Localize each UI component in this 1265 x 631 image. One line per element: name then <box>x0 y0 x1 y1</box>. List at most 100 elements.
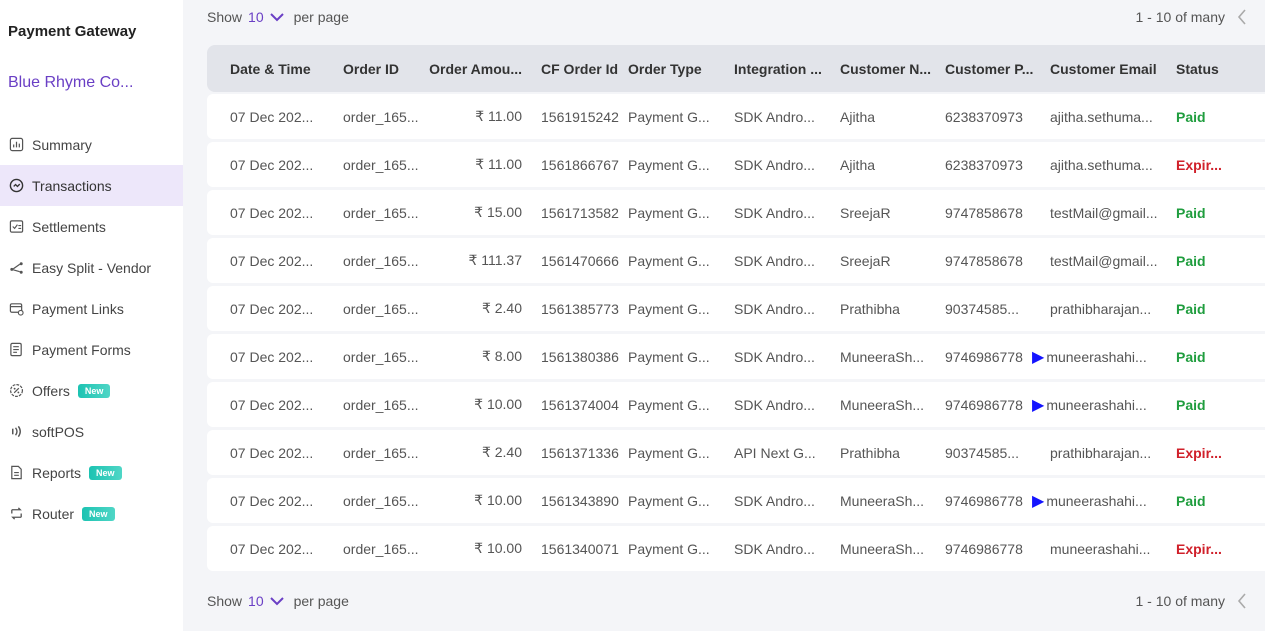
table-row[interactable]: 07 Dec 202... order_165... ₹ 15.00 15617135… <box>207 190 1265 235</box>
main-content: Show 10 per page 1 - 10 of many Date & T… <box>183 0 1265 631</box>
table-cell: 90374585... <box>945 444 1019 461</box>
table-row[interactable]: 07 Dec 202... order_165... ₹ 11.00 15618667… <box>207 142 1265 187</box>
table-cell: Prathibha <box>840 444 900 461</box>
sidebar-item-softpos[interactable]: softPOS <box>0 411 183 452</box>
table-cell: order_165... <box>343 204 419 221</box>
table-cell: 1561470666 <box>541 252 619 269</box>
table-cell: order_165... <box>343 300 419 317</box>
table-row[interactable]: 07 Dec 202... order_165... ₹ 10.00 15613740… <box>207 382 1265 427</box>
table-cell: testMail@gmail... <box>1050 252 1158 269</box>
sidebar-item-payment-forms[interactable]: Payment Forms <box>0 329 183 370</box>
table-cell: Payment G... <box>628 492 710 509</box>
table-cell: 07 Dec 202... <box>230 156 314 173</box>
table-cell: 07 Dec 202... <box>230 108 314 125</box>
table-cell: 1561343890 <box>541 492 619 509</box>
offers-icon <box>8 383 24 399</box>
table-row[interactable]: 07 Dec 202... order_165... ₹ 8.00 156138038… <box>207 334 1265 379</box>
table-row[interactable]: 07 Dec 202... order_165... ₹ 10.00 15613438… <box>207 478 1265 523</box>
column-header[interactable]: Integration ... <box>734 61 840 77</box>
sidebar-item-offers[interactable]: Offers New <box>0 370 183 411</box>
table-cell: 07 Dec 202... <box>230 444 314 461</box>
table-cell: Payment G... <box>628 540 710 557</box>
table-cell: MuneeraSh... <box>840 396 925 413</box>
page-size-select[interactable]: 10 <box>248 9 264 25</box>
column-header[interactable]: Order Type <box>628 61 734 77</box>
chevron-down-icon[interactable] <box>269 596 284 606</box>
table-cell: order_165... <box>343 492 419 509</box>
sidebar-item-label: Easy Split - Vendor <box>32 259 152 276</box>
softpos-icon <box>8 424 24 440</box>
sidebar-item-transactions[interactable]: Transactions <box>0 165 183 206</box>
table-row[interactable]: 07 Dec 202... order_165... ₹ 2.40 156137133… <box>207 430 1265 475</box>
show-label: Show <box>207 593 243 609</box>
column-header[interactable]: CF Order Id <box>522 61 628 77</box>
sidebar-item-settlements[interactable]: Settlements <box>0 206 183 247</box>
column-header[interactable]: Status <box>1176 61 1236 77</box>
page-range-text: 1 - 10 of many <box>1135 9 1226 25</box>
column-header[interactable]: Customer P... <box>945 61 1050 77</box>
per-page-label: per page <box>293 9 349 25</box>
column-header[interactable]: Order Amou... <box>425 61 522 77</box>
table-cell: Prathibha <box>840 300 900 317</box>
chevron-left-icon[interactable] <box>1237 593 1247 609</box>
table-cell: SDK Andro... <box>734 252 815 269</box>
sidebar-item-router[interactable]: Router New <box>0 493 183 534</box>
table-cell: ₹ 15.00 <box>474 204 522 220</box>
table-cell: Payment G... <box>628 348 710 365</box>
sidebar-item-label: Router <box>32 505 75 522</box>
table-header: Date & Time Order ID Order Amou... CF Order… <box>207 45 1265 92</box>
table-cell: 9747858678 <box>945 252 1023 269</box>
table-cell: SDK Andro... <box>734 108 815 125</box>
product-title: Payment Gateway <box>8 23 137 40</box>
table-cell: 07 Dec 202... <box>230 396 314 413</box>
status-badge: Paid <box>1176 348 1206 365</box>
reports-icon <box>8 465 24 481</box>
column-header[interactable]: Order ID <box>320 61 425 77</box>
table-cell: Payment G... <box>628 204 710 221</box>
table-cell: 9746986778 <box>945 540 1023 557</box>
table-cell: 07 Dec 202... <box>230 492 314 509</box>
chevron-left-icon[interactable] <box>1237 9 1247 25</box>
table-cell: ₹ 2.40 <box>481 444 522 460</box>
table-cell: SDK Andro... <box>734 492 815 509</box>
table-cell: MuneeraSh... <box>840 540 925 557</box>
new-badge: New <box>82 506 115 521</box>
sidebar-item-summary[interactable]: Summary <box>0 124 183 165</box>
new-badge: New <box>89 465 122 480</box>
table-cell: 07 Dec 202... <box>230 540 314 557</box>
table-cell: prathibharajan... <box>1050 444 1152 461</box>
table-cell: order_165... <box>343 540 419 557</box>
table-cell: Payment G... <box>628 300 710 317</box>
sidebar-item-easy-split-vendor[interactable]: Easy Split - Vendor <box>0 247 183 288</box>
table-row[interactable]: 07 Dec 202... order_165... ₹ 11.00 15619152… <box>207 94 1265 139</box>
page-range-text: 1 - 10 of many <box>1135 593 1226 609</box>
router-icon <box>8 506 24 522</box>
table-cell: ajitha.sethuma... <box>1050 108 1153 125</box>
column-header[interactable]: Customer N... <box>840 61 945 77</box>
sidebar-item-payment-links[interactable]: Payment Links <box>0 288 183 329</box>
table-row[interactable]: 07 Dec 202... order_165... ₹ 2.40 156138577… <box>207 286 1265 331</box>
table-cell: ₹ 11.00 <box>475 108 522 124</box>
table-row[interactable]: 07 Dec 202... order_165... ₹ 10.00 15613400… <box>207 526 1265 571</box>
transactions-icon <box>8 178 24 194</box>
sidebar-item-reports[interactable]: Reports New <box>0 452 183 493</box>
table-row[interactable]: 07 Dec 202... order_165... ₹ 111.37 1561470… <box>207 238 1265 283</box>
table-cell: 1561380386 <box>541 348 619 365</box>
table-cell: ₹ 10.00 <box>474 396 522 412</box>
chevron-down-icon[interactable] <box>269 12 284 22</box>
column-header[interactable]: Customer Email <box>1050 61 1176 77</box>
page-size-select[interactable]: 10 <box>248 593 264 609</box>
play-arrow-icon: ▶ <box>1032 348 1045 366</box>
status-badge: Paid <box>1176 252 1206 269</box>
play-arrow-icon: ▶ <box>1032 396 1045 414</box>
column-header[interactable]: Date & Time <box>207 61 320 77</box>
merchant-name[interactable]: Blue Rhyme Co... <box>8 74 133 92</box>
table-cell: order_165... <box>343 348 419 365</box>
status-badge: Paid <box>1176 300 1206 317</box>
table-cell: 1561915242 <box>541 108 619 125</box>
table-cell: 07 Dec 202... <box>230 204 314 221</box>
sidebar-item-label: Offers <box>32 382 70 399</box>
status-badge: Expir... <box>1176 156 1222 173</box>
table-cell: ₹ 111.37 <box>468 252 522 268</box>
table-cell: prathibharajan... <box>1050 300 1152 317</box>
